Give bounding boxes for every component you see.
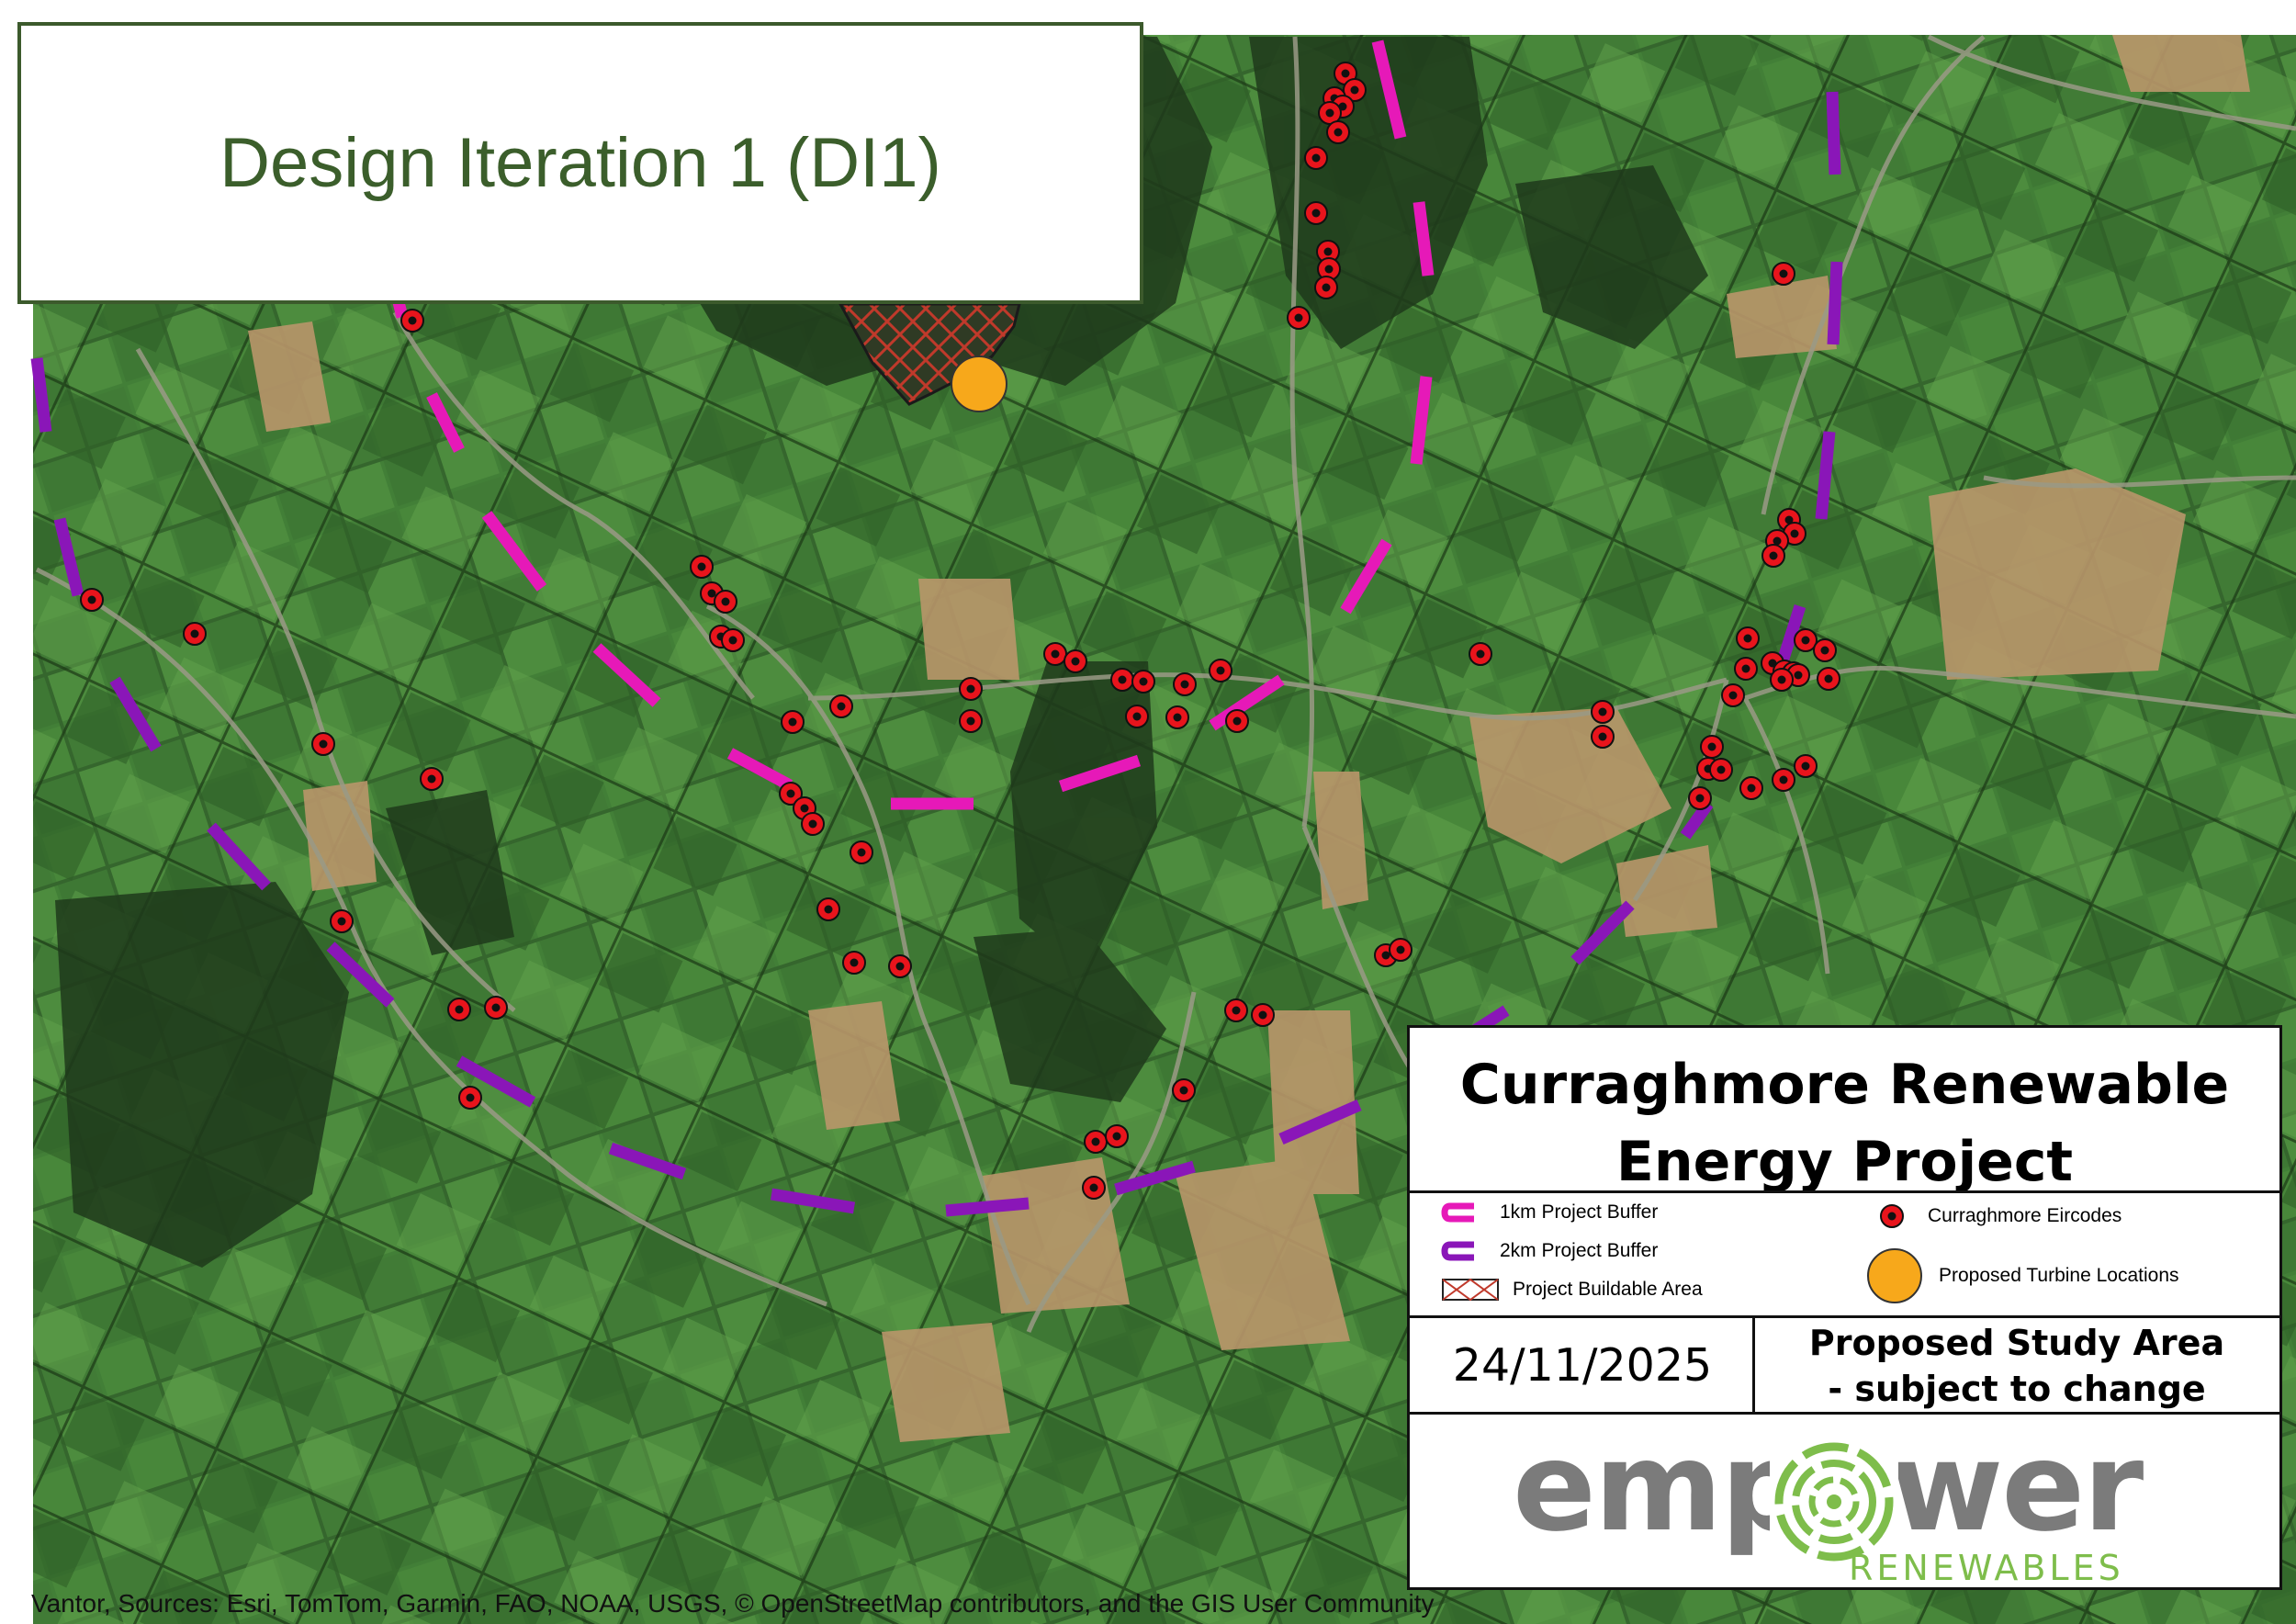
study-area-line1: Proposed Study Area xyxy=(1808,1323,2225,1363)
eircode-point[interactable] xyxy=(1131,670,1155,694)
buffer-2km-icon xyxy=(1441,1241,1474,1261)
eircode-point[interactable] xyxy=(447,998,471,1021)
buildable-area-icon xyxy=(1442,1278,1499,1302)
map-attribution: Vantor, Sources: Esri, TomTom, Garmin, F… xyxy=(31,1589,1435,1618)
eircode-point[interactable] xyxy=(311,732,335,756)
eircode-point[interactable] xyxy=(1304,146,1328,170)
eircode-point[interactable] xyxy=(1739,776,1763,800)
eircode-point[interactable] xyxy=(1817,667,1840,691)
study-area-line2: - subject to change xyxy=(1828,1369,2206,1409)
eircode-point[interactable] xyxy=(1770,668,1794,692)
eircode-point[interactable] xyxy=(1105,1124,1129,1148)
eircode-point-icon xyxy=(1880,1204,1904,1228)
eircode-point[interactable] xyxy=(690,555,714,579)
legend-item-1km-buffer: 1km Project Buffer xyxy=(1441,1201,1658,1224)
eircode-point[interactable] xyxy=(959,677,983,701)
eircode-point[interactable] xyxy=(1772,262,1795,286)
turbine-location[interactable] xyxy=(951,355,1007,412)
eircode-point[interactable] xyxy=(1084,1130,1108,1154)
eircode-point[interactable] xyxy=(1326,120,1350,144)
eircode-point[interactable] xyxy=(1734,657,1758,681)
eircode-point[interactable] xyxy=(1700,735,1724,759)
map-date: 24/11/2025 xyxy=(1452,1339,1713,1392)
study-area-note: Proposed Study Area - subject to change xyxy=(1755,1320,2279,1412)
eircode-point[interactable] xyxy=(1469,642,1492,666)
eircode-point[interactable] xyxy=(1709,758,1733,782)
eircode-point[interactable] xyxy=(1209,659,1232,682)
legend-item-buildable: Project Buildable Area xyxy=(1441,1278,1703,1302)
legend-divider-top xyxy=(1410,1190,2279,1193)
eircode-point[interactable] xyxy=(80,588,104,612)
eircode-point[interactable] xyxy=(1591,725,1615,749)
legend-item-turbines: Proposed Turbine Locations xyxy=(1865,1246,2179,1305)
eircode-point[interactable] xyxy=(1165,705,1189,729)
eircode-point[interactable] xyxy=(1304,201,1328,225)
eircode-point[interactable] xyxy=(1287,306,1311,330)
eircode-point[interactable] xyxy=(1688,786,1712,810)
eircode-point[interactable] xyxy=(1173,672,1197,696)
legend-divider-bottom xyxy=(1410,1412,2279,1415)
eircode-point[interactable] xyxy=(1172,1078,1196,1102)
logo-subtitle: RENEWABLES xyxy=(1849,1548,2124,1588)
eircode-point[interactable] xyxy=(888,954,912,978)
eircode-point[interactable] xyxy=(959,709,983,733)
buffer-1km-icon xyxy=(1441,1202,1474,1223)
legend-item-eircodes: Curraghmore Eircodes xyxy=(1878,1202,2122,1230)
logo-signal-icon xyxy=(1770,1438,1898,1566)
eircode-point[interactable] xyxy=(1389,938,1412,962)
eircode-point[interactable] xyxy=(1721,683,1745,707)
legend-label-buildable: Project Buildable Area xyxy=(1513,1279,1703,1300)
eircode-point[interactable] xyxy=(1125,705,1149,728)
legend-label-turbines: Proposed Turbine Locations xyxy=(1939,1265,2179,1286)
eircode-point[interactable] xyxy=(1251,1003,1275,1027)
legend-panel: Curraghmore Renewable Energy Project 1km… xyxy=(1407,1025,2282,1590)
eircode-point[interactable] xyxy=(1043,642,1067,666)
eircode-point[interactable] xyxy=(1761,544,1785,568)
eircode-point[interactable] xyxy=(829,694,853,718)
eircode-point[interactable] xyxy=(400,309,424,333)
eircode-point[interactable] xyxy=(1064,649,1087,673)
eircode-point[interactable] xyxy=(1813,638,1837,662)
eircode-point[interactable] xyxy=(850,840,873,864)
eircode-point[interactable] xyxy=(1082,1176,1106,1200)
turbine-point-icon xyxy=(1867,1248,1922,1303)
eircode-point[interactable] xyxy=(458,1086,482,1110)
eircode-point[interactable] xyxy=(1224,998,1248,1022)
eircode-point[interactable] xyxy=(1591,700,1615,724)
project-title: Curraghmore Renewable Energy Project xyxy=(1459,1053,2230,1194)
eircode-point[interactable] xyxy=(183,622,207,646)
eircode-point[interactable] xyxy=(781,710,805,734)
eircode-point[interactable] xyxy=(801,812,825,836)
eircode-point[interactable] xyxy=(330,909,354,933)
legend-label-2km: 2km Project Buffer xyxy=(1500,1240,1659,1261)
eircode-point[interactable] xyxy=(842,951,866,975)
eircode-point[interactable] xyxy=(1110,668,1134,692)
eircode-point[interactable] xyxy=(1794,754,1818,778)
eircode-point[interactable] xyxy=(1225,709,1249,733)
legend-item-2km-buffer: 2km Project Buffer xyxy=(1441,1240,1658,1262)
eircode-point[interactable] xyxy=(816,897,840,921)
eircode-point[interactable] xyxy=(721,628,745,652)
map-title-box: Design Iteration 1 (DI1) xyxy=(17,22,1143,304)
eircode-point[interactable] xyxy=(714,590,737,614)
map-title: Design Iteration 1 (DI1) xyxy=(219,124,941,202)
eircode-point[interactable] xyxy=(1772,768,1795,792)
eircode-point[interactable] xyxy=(420,767,444,791)
eircode-point[interactable] xyxy=(1314,276,1338,299)
legend-label-1km: 1km Project Buffer xyxy=(1500,1201,1659,1223)
legend-label-eircodes: Curraghmore Eircodes xyxy=(1928,1205,2122,1226)
eircode-point[interactable] xyxy=(1736,626,1760,650)
eircode-point[interactable] xyxy=(484,996,508,1020)
